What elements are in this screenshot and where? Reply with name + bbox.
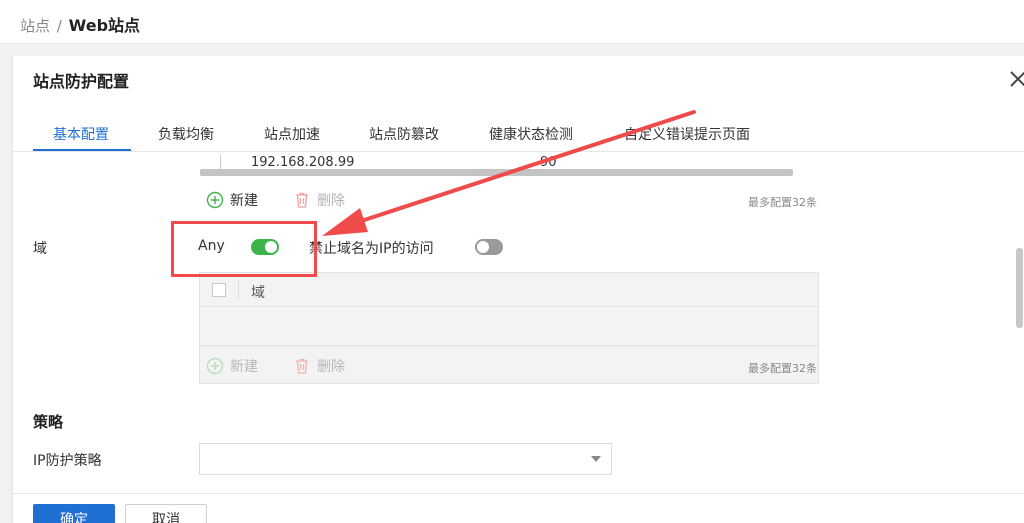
toggle-knob (477, 241, 489, 253)
tab-bar: 基本配置 负载均衡 站点加速 站点防篡改 健康状态检测 自定义错误提示页面 (13, 112, 1024, 152)
server-delete-label: 删除 (317, 193, 345, 209)
domain-table-header: 域 (200, 273, 818, 307)
tab-custom-error-page[interactable]: 自定义错误提示页面 (624, 124, 750, 144)
tab-basic-config[interactable]: 基本配置 (53, 124, 109, 144)
annotation-highlight-box (171, 221, 317, 277)
server-add-label: 新建 (230, 193, 258, 209)
dialog-vertical-scrollbar[interactable] (1016, 248, 1023, 328)
dialog-title: 站点防护配置 (33, 72, 130, 91)
policy-section-title: 策略 (33, 413, 64, 431)
close-icon[interactable] (1007, 68, 1024, 90)
domain-column-header: 域 (251, 285, 265, 301)
domain-table-actions: 新建 删除 最多配置32条 (200, 345, 818, 385)
breadcrumb-parent[interactable]: 站点 (20, 17, 50, 35)
tab-site-acceleration[interactable]: 站点加速 (264, 124, 320, 144)
tab-health-check[interactable]: 健康状态检测 (489, 124, 573, 144)
server-add-button[interactable]: 新建 (206, 190, 258, 210)
trash-icon (296, 358, 308, 374)
plus-circle-icon (206, 191, 224, 209)
tab-load-balance[interactable]: 负载均衡 (158, 124, 214, 144)
site-protection-dialog: 站点防护配置 基本配置 负载均衡 站点加速 站点防篡改 健康状态检测 自定义错误… (12, 56, 1024, 523)
domain-delete-button[interactable]: 删除 (293, 356, 345, 376)
domain-delete-label: 删除 (317, 359, 345, 375)
confirm-button[interactable]: 确定 (33, 504, 115, 523)
domain-table: 域 新建 删除 最多配置32条 (199, 272, 819, 384)
caret-down-icon (591, 456, 601, 462)
server-limit-text: 最多配置32条 (748, 196, 817, 209)
server-weight-cell: 90 (540, 155, 557, 170)
domain-add-button[interactable]: 新建 (206, 356, 258, 376)
server-table-horizontal-scrollbar[interactable] (200, 169, 793, 176)
active-tab-indicator (33, 149, 131, 151)
breadcrumb: 站点 / Web站点 (20, 12, 140, 36)
column-divider (238, 281, 239, 299)
ip-policy-label: IP防护策略 (33, 453, 102, 469)
server-delete-button[interactable]: 删除 (293, 190, 345, 210)
domain-limit-text: 最多配置32条 (748, 362, 817, 375)
domain-add-label: 新建 (230, 359, 258, 375)
ip-policy-select[interactable] (199, 443, 612, 475)
breadcrumb-current: Web站点 (68, 16, 141, 35)
server-row-checkbox-edge (220, 155, 221, 169)
tab-anti-tamper[interactable]: 站点防篡改 (369, 124, 439, 144)
top-bar: 站点 / Web站点 (0, 0, 1024, 44)
breadcrumb-separator: / (56, 17, 62, 35)
domain-label: 域 (33, 241, 47, 257)
plus-circle-icon (206, 357, 224, 375)
cancel-button[interactable]: 取消 (125, 504, 207, 523)
select-all-checkbox[interactable] (212, 283, 226, 297)
ban-ip-access-label: 禁止域名为IP的访问 (309, 241, 434, 257)
server-ip-cell: 192.168.208.99 (251, 155, 355, 170)
ban-ip-access-toggle[interactable] (475, 239, 503, 255)
trash-icon (296, 192, 308, 208)
dialog-footer: 确定 取消 (13, 493, 1024, 523)
form-scroll-area[interactable]: 192.168.208.99 90 新建 删除 最多配置32条 域 Any 禁止… (13, 153, 1024, 493)
